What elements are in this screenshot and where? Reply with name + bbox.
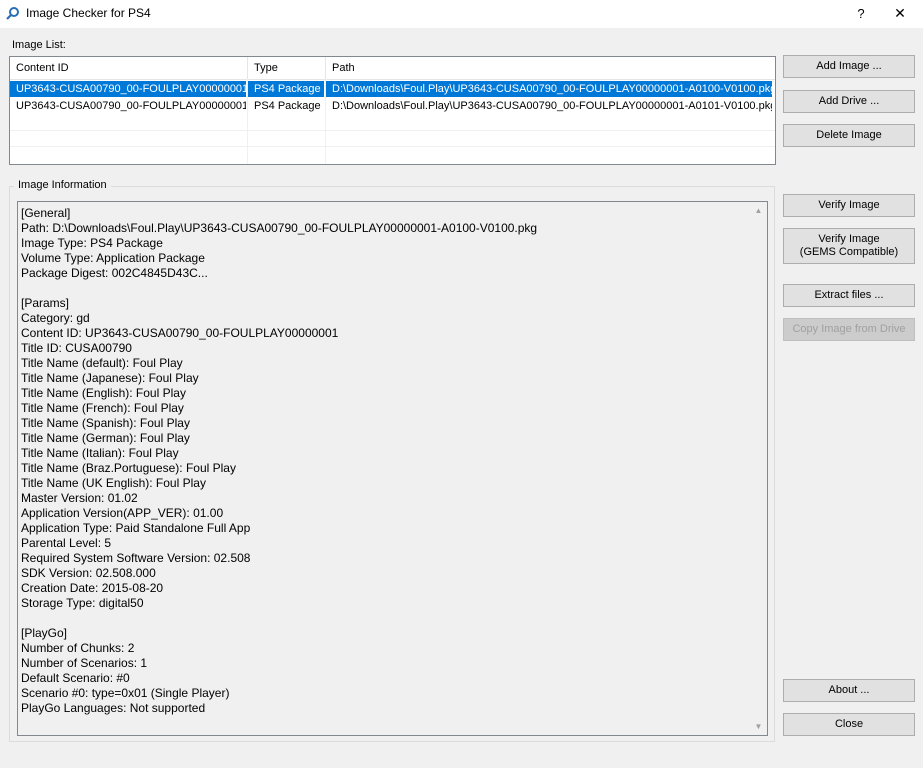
list-header: Content ID Type Path [10,57,775,80]
info-line: Application Type: Paid Standalone Full A… [21,521,251,535]
image-information-text[interactable]: [General] Path: D:\Downloads\Foul.Play\UP… [17,201,768,736]
table-row[interactable]: UP3643-CUSA00790_00-FOULPLAY00000001 PS4… [10,98,775,114]
cell-path: D:\Downloads\Foul.Play\UP3643-CUSA00790_… [332,100,772,112]
info-line: Storage Type: digital50 [21,596,144,610]
info-lines: [General] Path: D:\Downloads\Foul.Play\UP… [21,206,746,716]
info-line: Path: D:\Downloads\Foul.Play\UP3643-CUSA… [21,221,538,235]
close-button[interactable]: Close [783,713,915,736]
grid-line [10,146,775,147]
info-line: [Params] [21,296,70,310]
column-header-path[interactable]: Path [326,57,775,79]
verify-image-gems-button[interactable]: Verify Image (GEMS Compatible) [783,228,915,264]
table-row[interactable]: UP3643-CUSA00790_00-FOULPLAY00000001 PS4… [10,81,775,97]
info-line: Master Version: 01.02 [21,491,138,505]
info-line: Title Name (French): Foul Play [21,401,184,415]
grid-line [10,130,775,131]
column-header-type[interactable]: Type [248,57,326,79]
info-line: Title ID: CUSA00790 [21,341,132,355]
extract-files-button[interactable]: Extract files ... [783,284,915,307]
info-line: Title Name (UK English): Foul Play [21,476,206,490]
info-line: Number of Chunks: 2 [21,641,135,655]
window-title: Image Checker for PS4 [26,6,151,20]
info-line: SDK Version: 02.508.000 [21,566,156,580]
help-button[interactable]: ? [848,0,874,28]
info-line: Default Scenario: #0 [21,671,130,685]
info-line [21,281,746,296]
info-line: PlayGo Languages: Not supported [21,701,206,715]
info-line: Volume Type: Application Package [21,251,205,265]
info-line: Content ID: UP3643-CUSA00790_00-FOULPLAY… [21,326,339,340]
image-list-view[interactable]: Content ID Type Path UP3643-CUSA00790_00… [9,56,776,165]
info-line: Number of Scenarios: 1 [21,656,148,670]
cell-type: PS4 Package [254,100,321,112]
image-list-label: Image List: [12,39,66,51]
info-line: Required System Software Version: 02.508 [21,551,251,565]
info-line: Parental Level: 5 [21,536,112,550]
info-line: Title Name (Italian): Foul Play [21,446,179,460]
info-line: Application Version(APP_VER): 01.00 [21,506,224,520]
cell-content-id: UP3643-CUSA00790_00-FOULPLAY00000001 [10,81,246,97]
info-line: Title Name (Japanese): Foul Play [21,371,199,385]
cell-content-id: UP3643-CUSA00790_00-FOULPLAY00000001 [16,100,246,112]
scroll-up-icon[interactable]: ▲ [750,202,767,219]
cell-type: PS4 Package [248,81,324,97]
title-bar: Image Checker for PS4 ? ✕ [0,0,923,28]
info-line: [PlayGo] [21,626,68,640]
magnifier-app-icon [6,7,19,20]
info-line: Title Name (default): Foul Play [21,356,183,370]
copy-image-from-drive-button[interactable]: Copy Image from Drive [783,318,915,341]
info-line: Image Type: PS4 Package [21,236,163,250]
cell-path: D:\Downloads\Foul.Play\UP3643-CUSA00790_… [326,81,772,97]
image-information-label: Image Information [14,179,111,191]
verify-gems-label-line1: Verify Image [818,233,880,245]
delete-image-button[interactable]: Delete Image [783,124,915,147]
verify-gems-label-line2: (GEMS Compatible) [799,246,899,258]
vertical-scrollbar[interactable]: ▲ ▼ [750,202,767,735]
info-line: Title Name (English): Foul Play [21,386,186,400]
info-line: Title Name (Spanish): Foul Play [21,416,190,430]
info-line: Creation Date: 2015-08-20 [21,581,164,595]
info-line: Scenario #0: type=0x01 (Single Player) [21,686,230,700]
info-line: Title Name (German): Foul Play [21,431,190,445]
scroll-down-icon[interactable]: ▼ [750,718,767,735]
add-drive-button[interactable]: Add Drive ... [783,90,915,113]
info-line [21,611,746,626]
info-line: Category: gd [21,311,90,325]
window-close-button[interactable]: ✕ [877,0,923,28]
verify-image-button[interactable]: Verify Image [783,194,915,217]
column-header-content-id[interactable]: Content ID [10,57,248,79]
info-line: [General] [21,206,71,220]
info-line: Title Name (Braz.Portuguese): Foul Play [21,461,236,475]
info-line: Package Digest: 002C4845D43C... [21,266,208,280]
add-image-button[interactable]: Add Image ... [783,55,915,78]
about-button[interactable]: About ... [783,679,915,702]
